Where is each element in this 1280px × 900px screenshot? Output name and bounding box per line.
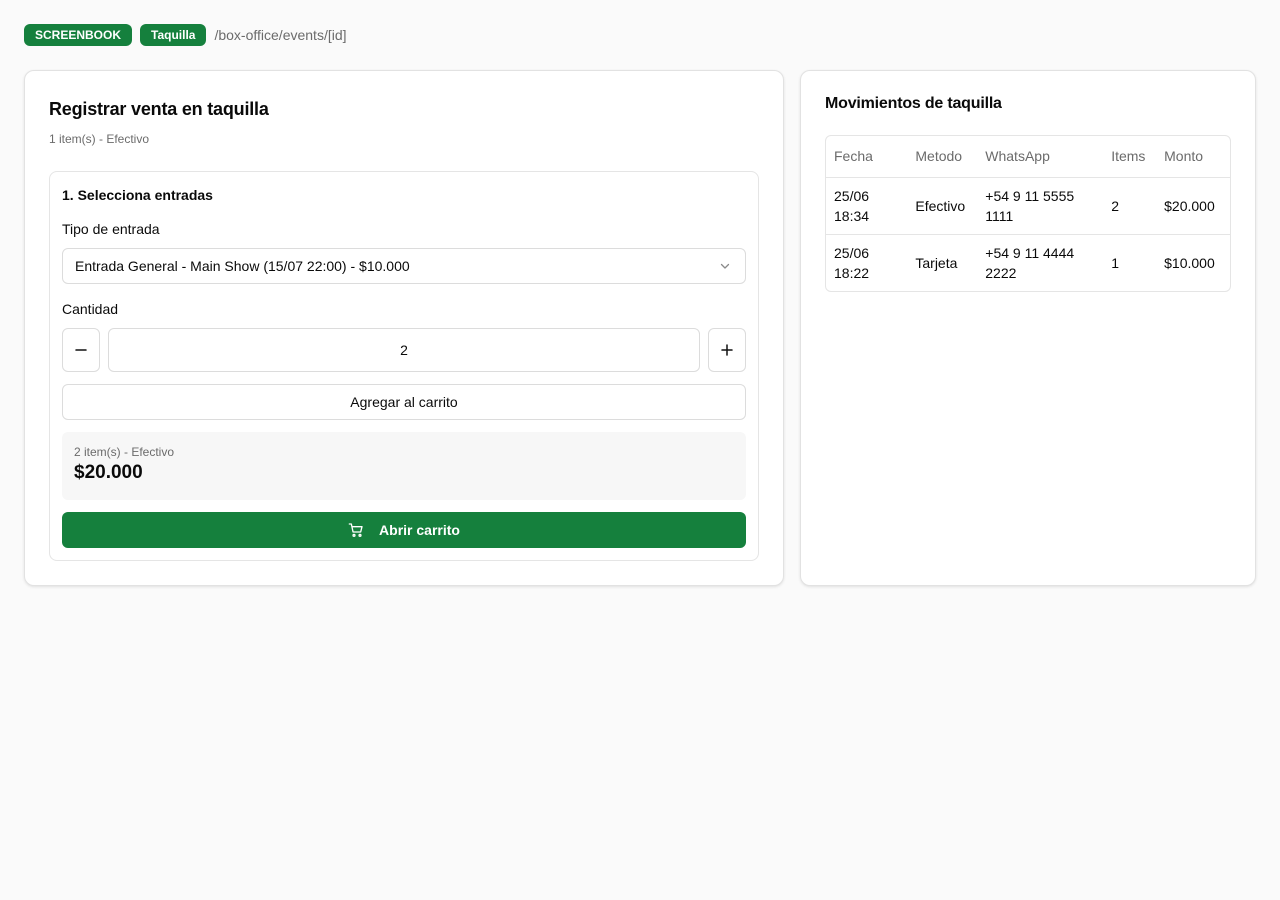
ticket-type-select[interactable]: Entrada General - Main Show (15/07 22:00… xyxy=(62,248,746,284)
movements-table: Fecha Metodo WhatsApp Items Monto 25/06 … xyxy=(825,135,1231,292)
cart-summary: 2 item(s) - Efectivo $20.000 xyxy=(62,432,746,500)
chevron-down-icon xyxy=(720,263,730,269)
cell-items: 1 xyxy=(1103,233,1157,291)
sale-title: Registrar venta en taquilla xyxy=(49,99,269,119)
column-header-whatsapp: WhatsApp xyxy=(977,136,1104,178)
column-header-monto: Monto xyxy=(1156,136,1230,178)
summary-total: $20.000 xyxy=(74,462,143,483)
plus-icon xyxy=(721,344,733,356)
quantity-input[interactable]: 2 xyxy=(108,328,700,372)
cell-whatsapp: +54 9 11 5555 1111 xyxy=(985,187,1075,224)
add-to-cart-button[interactable]: Agregar al carrito xyxy=(62,384,746,420)
cell-metodo: Efectivo xyxy=(915,197,966,214)
section-badge: Taquilla xyxy=(140,24,207,46)
open-cart-button[interactable]: Abrir carrito xyxy=(62,512,746,548)
table-row: 25/06 18:22 Tarjeta +54 9 11 4444 2222 1… xyxy=(826,233,1230,291)
sale-card: Registrar venta en taquilla 1 item(s) - … xyxy=(24,70,784,586)
cell-monto: $10.000 xyxy=(1156,233,1230,291)
column-header-items: Items xyxy=(1103,136,1157,178)
cell-fecha: 25/06 18:34 xyxy=(834,187,870,224)
ticket-selection-section: 1. Selecciona entradas Tipo de entrada E… xyxy=(49,171,759,561)
cell-monto: $20.000 xyxy=(1164,197,1215,214)
movements-title: Movimientos de taquilla xyxy=(825,95,1002,112)
cell-whatsapp: +54 9 11 4444 2222 xyxy=(977,233,1104,291)
shopping-cart-icon xyxy=(348,523,363,537)
cell-metodo: Tarjeta xyxy=(907,233,978,291)
minus-icon xyxy=(75,349,87,351)
cell-items: 2 xyxy=(1111,197,1119,214)
sale-subtitle: 1 item(s) - Efectivo xyxy=(49,132,150,146)
table-row: 25/06 18:34 Efectivo +54 9 11 5555 1111 … xyxy=(826,177,1230,234)
ticket-type-value: Entrada General - Main Show (15/07 22:00… xyxy=(75,258,410,274)
brand-badge: SCREENBOOK xyxy=(24,24,133,46)
open-cart-label: Abrir carrito xyxy=(379,522,460,538)
column-header-fecha: Fecha xyxy=(826,136,908,178)
quantity-value: 2 xyxy=(400,342,408,358)
summary-meta: 2 item(s) - Efectivo xyxy=(74,445,175,459)
quantity-label: Cantidad xyxy=(62,301,119,317)
top-bar: SCREENBOOK Taquilla /box-office/events/[… xyxy=(24,24,347,46)
movements-card: Movimientos de taquilla Fecha Metodo Wha… xyxy=(800,70,1256,586)
ticket-type-label: Tipo de entrada xyxy=(62,221,160,237)
cell-fecha: 25/06 18:22 xyxy=(826,233,908,291)
route-path: /box-office/events/[id] xyxy=(214,27,347,43)
column-header-metodo: Metodo xyxy=(907,136,978,178)
step-title: 1. Selecciona entradas xyxy=(62,187,213,203)
decrement-button[interactable] xyxy=(62,328,100,372)
increment-button[interactable] xyxy=(708,328,746,372)
table-header-row: Fecha Metodo WhatsApp Items Monto xyxy=(826,136,1230,178)
